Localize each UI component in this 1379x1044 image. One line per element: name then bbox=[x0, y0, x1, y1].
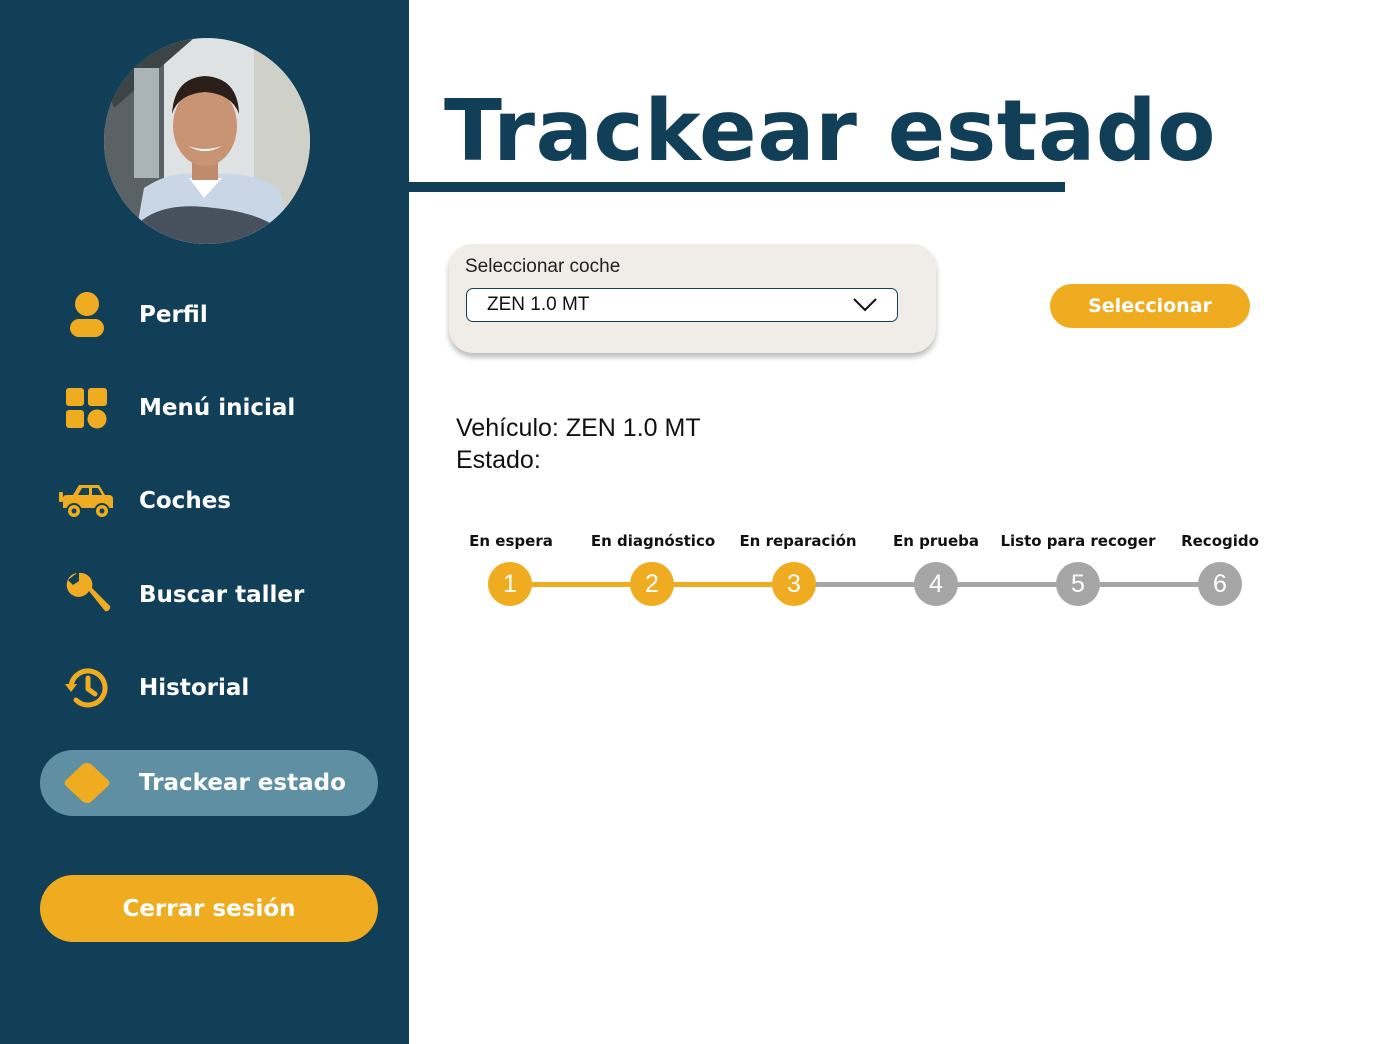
step-label: Recogido bbox=[1181, 532, 1259, 550]
sidebar-item-buscar-taller[interactable]: Buscar taller bbox=[40, 562, 378, 628]
car-select-label: Seleccionar coche bbox=[465, 256, 621, 277]
car-select-value: ZEN 1.0 MT bbox=[487, 294, 590, 315]
diamond-icon bbox=[58, 759, 116, 807]
step-circle: 5 bbox=[1056, 562, 1100, 606]
sidebar-item-perfil[interactable]: Perfil bbox=[40, 282, 378, 348]
step-circle: 2 bbox=[630, 562, 674, 606]
user-icon bbox=[58, 291, 116, 339]
car-select-card: Seleccionar coche ZEN 1.0 MT bbox=[449, 244, 936, 353]
grid-icon bbox=[58, 384, 116, 432]
history-icon bbox=[58, 664, 116, 712]
wrench-icon bbox=[58, 571, 116, 619]
sidebar-item-label: Historial bbox=[139, 675, 250, 701]
sidebar-item-label: Buscar taller bbox=[139, 582, 305, 608]
sidebar: Perfil Menú inicial Coches Buscar taller… bbox=[0, 0, 409, 1044]
page-title: Trackear estado bbox=[444, 82, 1217, 181]
chevron-down-icon bbox=[853, 298, 877, 312]
vehicle-label: Vehículo: bbox=[456, 414, 559, 442]
sidebar-item-label: Perfil bbox=[139, 302, 208, 328]
vehicle-info: Vehículo: ZEN 1.0 MT bbox=[456, 414, 701, 443]
vehicle-value: ZEN 1.0 MT bbox=[565, 414, 701, 442]
avatar[interactable] bbox=[104, 38, 310, 244]
logout-button[interactable]: Cerrar sesión bbox=[40, 875, 378, 942]
select-button[interactable]: Seleccionar bbox=[1050, 284, 1250, 328]
driver-photo bbox=[104, 38, 310, 244]
step-circle: 6 bbox=[1198, 562, 1242, 606]
car-select-dropdown[interactable]: ZEN 1.0 MT bbox=[466, 288, 898, 322]
title-underline bbox=[409, 182, 1065, 192]
sidebar-item-label: Menú inicial bbox=[139, 395, 296, 421]
status-info: Estado: bbox=[456, 446, 541, 475]
step-circle: 1 bbox=[488, 562, 532, 606]
sidebar-item-trackear-estado[interactable]: Trackear estado bbox=[40, 750, 378, 816]
sidebar-item-coches[interactable]: Coches bbox=[40, 468, 378, 534]
sidebar-item-label: Coches bbox=[139, 488, 231, 514]
sidebar-item-label: Trackear estado bbox=[139, 770, 346, 796]
car-icon bbox=[58, 477, 116, 525]
sidebar-item-historial[interactable]: Historial bbox=[40, 655, 378, 721]
sidebar-item-menu-inicial[interactable]: Menú inicial bbox=[40, 375, 378, 441]
step-circle: 4 bbox=[914, 562, 958, 606]
step-circle: 3 bbox=[772, 562, 816, 606]
status-label: Estado: bbox=[456, 446, 541, 474]
